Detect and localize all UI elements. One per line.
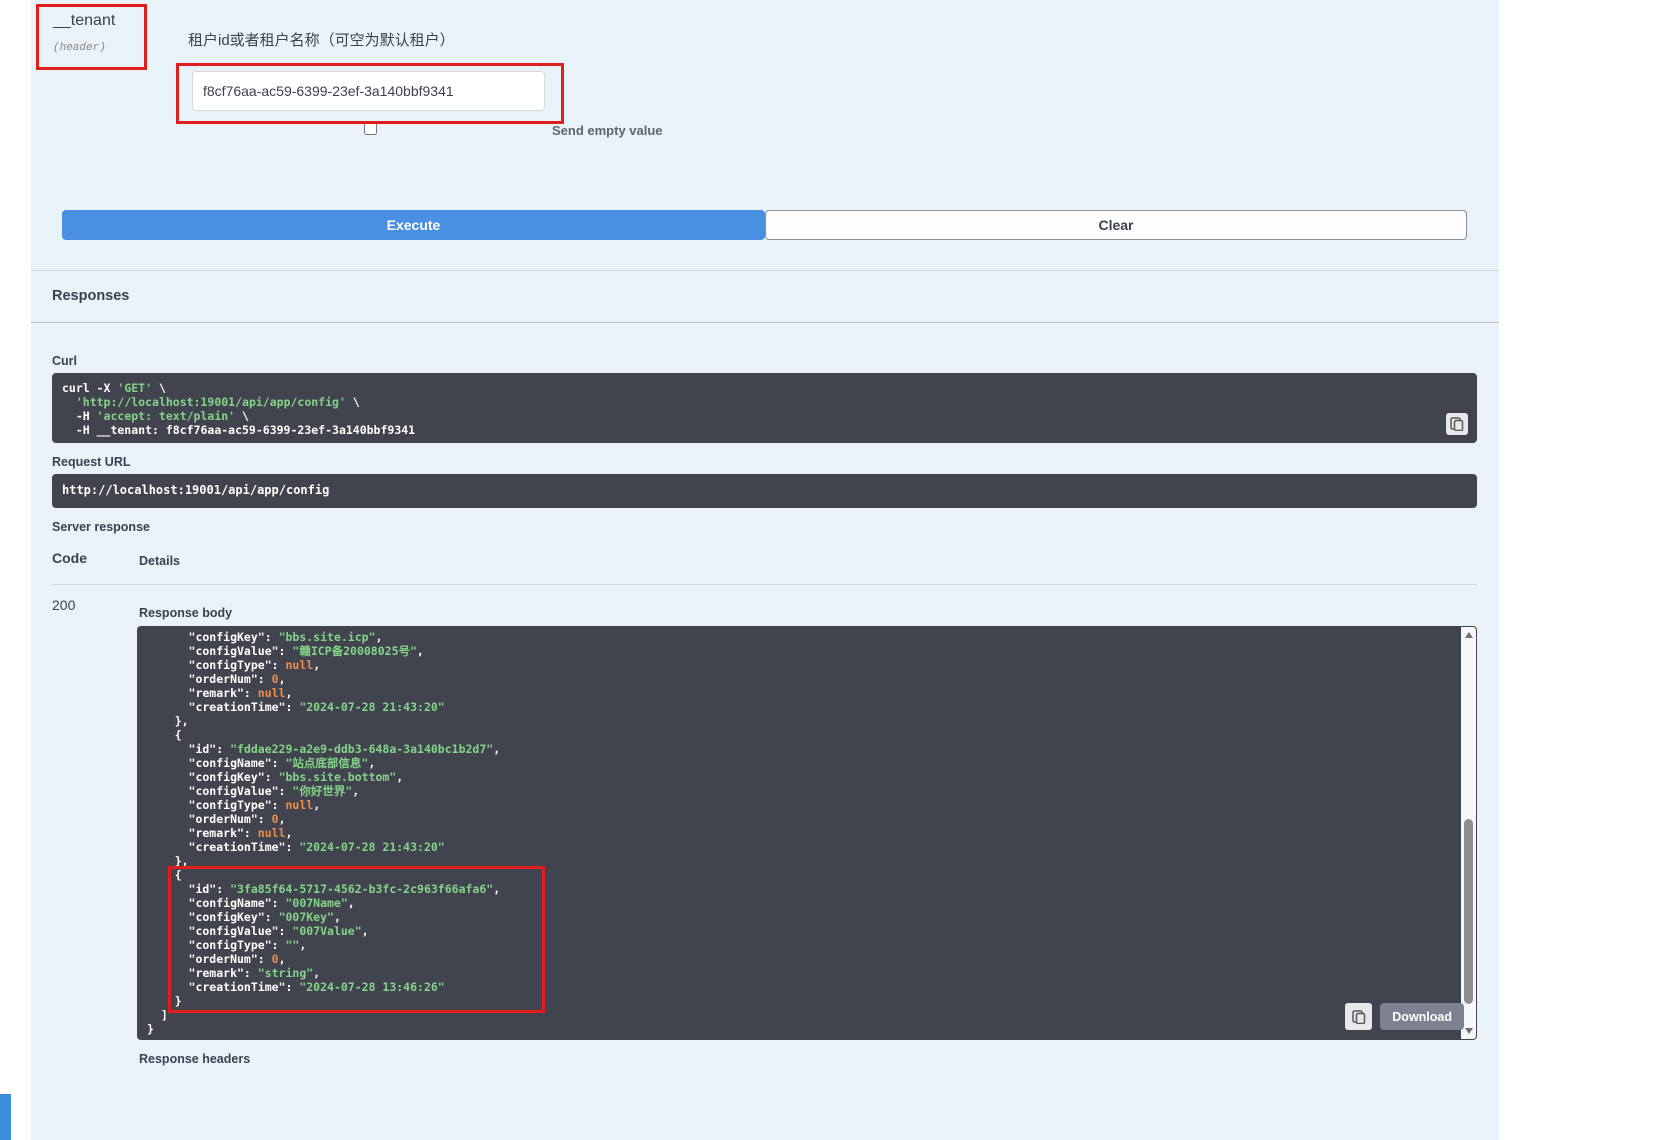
- send-empty-checkbox[interactable]: [364, 122, 377, 135]
- details-column-header: Details: [139, 554, 180, 568]
- execute-button[interactable]: Execute: [62, 210, 765, 240]
- scroll-up-icon[interactable]: [1465, 632, 1473, 638]
- copy-to-clipboard-icon[interactable]: [1345, 1003, 1372, 1030]
- copy-to-clipboard-icon[interactable]: [1446, 413, 1468, 435]
- parameter-location: (header): [53, 42, 106, 54]
- request-url-label: Request URL: [52, 455, 130, 469]
- clear-button[interactable]: Clear: [765, 210, 1467, 240]
- request-url-block: http://localhost:19001/api/app/config: [52, 474, 1477, 508]
- table-header-divider: [52, 584, 1477, 585]
- response-body-block: "configKey": "bbs.site.icp", "configValu…: [137, 626, 1477, 1040]
- responses-title: Responses: [52, 288, 129, 304]
- parameter-description: 租户id或者租户名称（可空为默认租户）: [188, 29, 455, 50]
- curl-command-block: curl -X 'GET' \ 'http://localhost:19001/…: [52, 373, 1477, 443]
- tenant-value-input[interactable]: [192, 71, 545, 111]
- status-code: 200: [52, 597, 75, 613]
- clipboard-icon: [1352, 1010, 1366, 1024]
- clipboard-icon: [1450, 417, 1464, 431]
- request-url-value: http://localhost:19001/api/app/config: [62, 483, 329, 497]
- server-response-label: Server response: [52, 520, 150, 534]
- send-empty-label: Send empty value: [552, 123, 663, 138]
- swagger-operation-panel: __tenant (header) 租户id或者租户名称（可空为默认租户） Se…: [0, 0, 1667, 1140]
- response-body-label: Response body: [139, 606, 232, 620]
- curl-label: Curl: [52, 354, 77, 368]
- responses-section-header: Responses: [31, 270, 1499, 323]
- code-column-header: Code: [52, 550, 87, 566]
- download-button[interactable]: Download: [1380, 1003, 1464, 1030]
- parameter-name: __tenant: [53, 12, 115, 30]
- response-headers-label: Response headers: [139, 1052, 250, 1066]
- response-body-json: "configKey": "bbs.site.icp", "configValu…: [147, 630, 1467, 1036]
- page-corner-accent: [0, 1094, 11, 1140]
- curl-command-text: curl -X 'GET' \ 'http://localhost:19001/…: [62, 381, 1467, 437]
- response-scrollbar[interactable]: [1461, 627, 1476, 1039]
- scroll-down-icon[interactable]: [1465, 1028, 1473, 1034]
- scrollbar-thumb[interactable]: [1464, 819, 1473, 1004]
